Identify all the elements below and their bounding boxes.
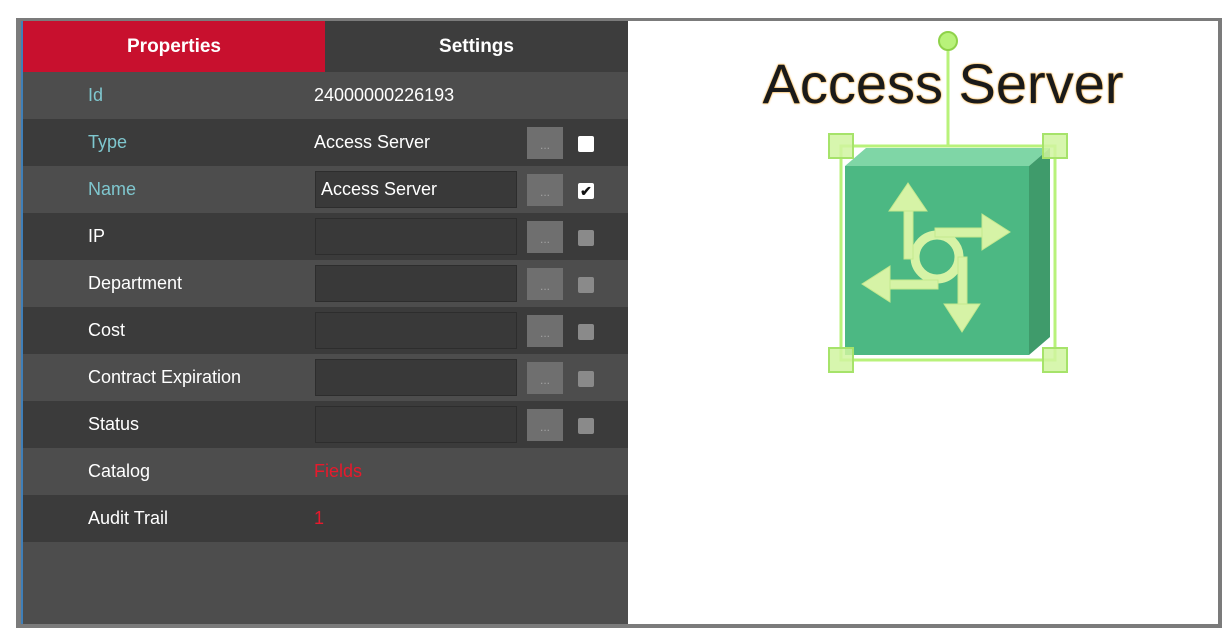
- cost-input[interactable]: [315, 312, 517, 349]
- row-contract-expiration: Contract Expiration ...: [23, 354, 628, 401]
- name-input[interactable]: Access Server: [315, 171, 517, 208]
- label-contract-expiration: Contract Expiration: [88, 367, 242, 387]
- row-ip: IP ...: [23, 213, 628, 260]
- resize-handle-top-right[interactable]: [1042, 133, 1068, 159]
- diagram-canvas[interactable]: Access Server: [628, 21, 1218, 624]
- name-browse-button[interactable]: ...: [527, 174, 563, 206]
- cost-browse-button[interactable]: ...: [527, 315, 563, 347]
- status-browse-button[interactable]: ...: [527, 409, 563, 441]
- value-id: 24000000226193: [314, 85, 455, 105]
- rotation-handle[interactable]: [938, 31, 958, 51]
- tab-settings[interactable]: Settings: [325, 21, 628, 72]
- department-checkbox[interactable]: [578, 277, 594, 293]
- catalog-link[interactable]: Fields: [314, 448, 362, 495]
- shape-label[interactable]: Access Server: [628, 51, 1226, 116]
- label-name: Name: [88, 179, 137, 199]
- row-catalog: Catalog Fields: [23, 448, 628, 495]
- status-checkbox[interactable]: [578, 418, 594, 434]
- label-id: Id: [88, 85, 104, 105]
- access-server-icon: [861, 182, 1011, 333]
- ip-browse-button[interactable]: ...: [527, 221, 563, 253]
- selection-box: [839, 144, 1057, 362]
- resize-handle-top-left[interactable]: [828, 133, 854, 159]
- tab-bar: Properties Settings: [23, 21, 628, 72]
- row-audit-trail: Audit Trail 1: [23, 495, 628, 542]
- properties-panel: Properties Settings Id 24000000226193 Ty…: [21, 21, 628, 624]
- cube-top-face: [845, 148, 1050, 166]
- row-name: Name Access Server ... ✔: [23, 166, 628, 213]
- cost-checkbox[interactable]: [578, 324, 594, 340]
- tab-properties[interactable]: Properties: [23, 21, 325, 72]
- resize-handle-bottom-right[interactable]: [1042, 347, 1068, 373]
- cube-side-face: [1029, 148, 1050, 355]
- status-input[interactable]: [315, 406, 517, 443]
- label-department: Department: [88, 273, 183, 293]
- name-checkbox[interactable]: ✔: [578, 183, 594, 199]
- label-catalog: Catalog: [88, 461, 151, 481]
- contract-expiration-input[interactable]: [315, 359, 517, 396]
- label-type: Type: [88, 132, 128, 152]
- resize-handle-bottom-left[interactable]: [828, 347, 854, 373]
- row-type: Type Access Server ...: [23, 119, 628, 166]
- type-browse-button[interactable]: ...: [527, 127, 563, 159]
- ip-checkbox[interactable]: [578, 230, 594, 246]
- label-ip: IP: [88, 226, 106, 246]
- row-department: Department ...: [23, 260, 628, 307]
- contract-expiration-browse-button[interactable]: ...: [527, 362, 563, 394]
- row-status: Status ...: [23, 401, 628, 448]
- department-browse-button[interactable]: ...: [527, 268, 563, 300]
- value-type: Access Server: [314, 132, 431, 152]
- department-input[interactable]: [315, 265, 517, 302]
- ip-input[interactable]: [315, 218, 517, 255]
- contract-expiration-checkbox[interactable]: [578, 371, 594, 387]
- row-cost: Cost ...: [23, 307, 628, 354]
- label-cost: Cost: [88, 320, 126, 340]
- type-checkbox[interactable]: [578, 136, 594, 152]
- audit-trail-link[interactable]: 1: [314, 495, 324, 542]
- label-audit-trail: Audit Trail: [88, 508, 169, 528]
- row-id: Id 24000000226193: [23, 72, 628, 119]
- label-status: Status: [88, 414, 140, 434]
- cube-front-face: [845, 166, 1029, 355]
